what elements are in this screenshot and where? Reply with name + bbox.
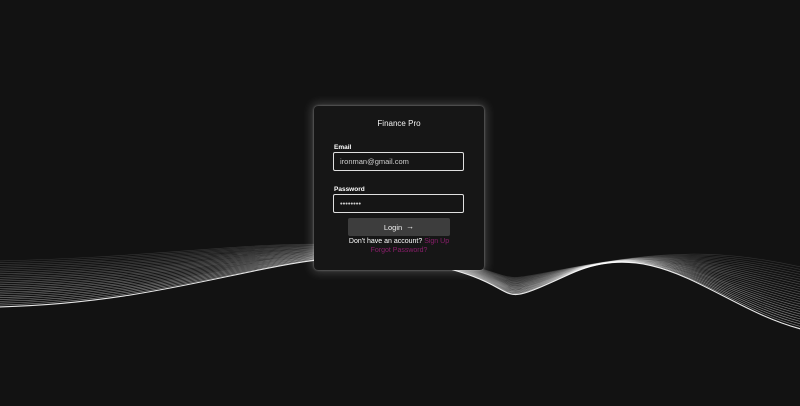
brand-title: Finance Pro <box>377 119 421 128</box>
login-button-label: Login <box>383 222 403 232</box>
password-label: Password <box>334 186 365 193</box>
signup-prompt: Don't have an account? <box>348 238 423 245</box>
signup-row: Don't have an account? Sign Up <box>314 238 484 245</box>
login-card: Finance Pro Email Password Login → Don't… <box>314 106 484 270</box>
email-label: Email <box>334 144 352 151</box>
forgot-row: Forgot Password? <box>314 247 484 254</box>
password-input[interactable] <box>333 194 464 213</box>
arrow-right-icon: → <box>406 222 415 231</box>
email-input[interactable] <box>333 152 464 171</box>
login-button[interactable]: Login → <box>348 218 450 236</box>
login-page: Finance Pro Email Password Login → Don't… <box>0 0 800 406</box>
forgot-password-link[interactable]: Forgot Password? <box>371 247 428 254</box>
signup-link[interactable]: Sign Up <box>424 238 449 245</box>
